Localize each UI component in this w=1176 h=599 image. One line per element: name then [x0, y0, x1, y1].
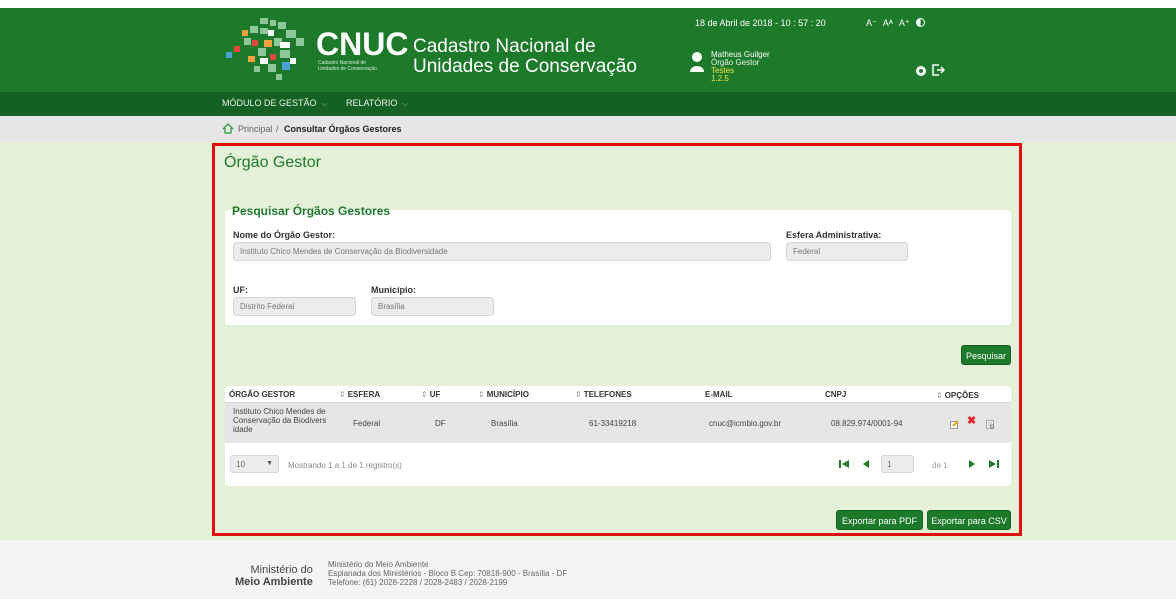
page-title: Órgão Gestor	[224, 154, 321, 171]
column-header-opcoes[interactable]: ⇕ OPÇÕES	[936, 391, 979, 400]
cell-orgao-line: idade	[233, 425, 253, 434]
breadcrumb-separator: /	[276, 124, 279, 134]
page-count: de 1	[932, 461, 948, 470]
menu-item-modulo-gestao[interactable]: MÓDULO DE GESTÃO ⌵	[222, 98, 328, 109]
logout-icon[interactable]	[931, 63, 945, 77]
ministry-logo-line: Meio Ambiente	[235, 576, 313, 588]
nome-orgao-label: Nome do Órgão Gestor:	[233, 230, 336, 240]
chevron-down-icon: ⌵	[402, 99, 409, 108]
nome-orgao-field[interactable]: Instituto Chico Mendes de Conservação da…	[233, 242, 771, 261]
breadcrumb: Principal / Consultar Órgãos Gestores	[0, 116, 1176, 142]
cell-orgao-line: Conservação da Biodivers	[233, 416, 327, 425]
main-content: Órgão Gestor Nome do Órgão Gestor: Insti…	[212, 143, 1022, 536]
menu-item-label: RELATÓRIO	[346, 98, 398, 108]
cell-orgao: Instituto Chico Mendes de Conservação da…	[233, 407, 326, 434]
esfera-label: Esfera Administrativa:	[786, 230, 882, 240]
cell-esfera: Federal	[353, 419, 381, 428]
top-strip	[0, 0, 1176, 8]
sort-icon: ⇕	[421, 390, 428, 399]
pager-info: Mostrando 1 a 1 de 1 registro(s)	[288, 461, 402, 470]
logo-wordmark: CNUC	[316, 26, 409, 62]
logo-subtitle-line: Unidades de Conservação	[318, 66, 377, 72]
page-number-input[interactable]: 1	[881, 455, 914, 473]
ministry-logo-line: Ministério do	[250, 564, 313, 576]
cell-uf: DF	[435, 419, 446, 428]
column-header-cnpj[interactable]: CNPJ	[825, 390, 846, 399]
breadcrumb-current: Consultar Órgãos Gestores	[284, 124, 402, 134]
previous-page-icon[interactable]	[861, 460, 871, 468]
chevron-down-icon: ⌵	[321, 99, 328, 108]
footer-line: Esplanada dos Ministérios - Bloco B Cep:…	[328, 569, 568, 578]
esfera-field[interactable]: Federal	[786, 242, 908, 261]
version-label: 1.2.5	[711, 74, 729, 83]
column-header-label: ESFERA	[347, 390, 381, 399]
delete-icon[interactable]: ✖	[967, 416, 976, 427]
app-title-line: Unidades de Conservação	[413, 56, 637, 77]
font-increase-button[interactable]: A⁺	[899, 18, 910, 28]
edit-icon[interactable]	[950, 420, 959, 429]
search-form-panel: Nome do Órgão Gestor: Instituto Chico Me…	[225, 210, 1011, 325]
sort-icon: ⇕	[575, 390, 582, 399]
menu-item-label: MÓDULO DE GESTÃO	[222, 98, 317, 108]
page-size-value: 10	[236, 460, 245, 469]
app-title-line: Cadastro Nacional de	[413, 36, 596, 57]
column-header-label: OPÇÕES	[944, 391, 979, 400]
footer-line: Ministério do Meio Ambiente	[328, 560, 429, 569]
breadcrumb-home-link[interactable]: Principal	[238, 124, 273, 134]
export-pdf-button[interactable]: Exportar para PDF	[836, 510, 923, 530]
export-csv-button[interactable]: Exportar para CSV	[927, 510, 1011, 530]
app-title: Cadastro Nacional de Unidades de Conserv…	[413, 37, 637, 77]
column-header-esfera[interactable]: ⇕ ESFERA	[339, 390, 380, 399]
main-menu: MÓDULO DE GESTÃO ⌵ RELATÓRIO ⌵	[0, 92, 1176, 116]
user-info: Matheus Guilger Órgão Gestor Testes 1.2.…	[711, 51, 770, 83]
footer: Ministério do Meio Ambiente Ministério d…	[0, 540, 1176, 599]
cell-cnpj: 08.829.974/0001-94	[831, 419, 903, 428]
app-header: CNUC Cadastro Nacional de Unidades de Co…	[0, 8, 1176, 92]
column-header-label: MUNICÍPIO	[486, 390, 529, 399]
logo-subtitle: Cadastro Nacional de Unidades de Conserv…	[318, 60, 408, 72]
pesquisar-button[interactable]: Pesquisar	[961, 345, 1011, 365]
first-page-icon[interactable]	[839, 460, 849, 468]
uf-label: UF:	[233, 285, 248, 295]
next-page-icon[interactable]	[967, 460, 977, 468]
caret-down-icon: ▼	[266, 460, 273, 467]
column-header-email[interactable]: E-MAIL	[705, 390, 733, 399]
font-controls: A⁻ Aᴬ A⁺	[866, 18, 929, 29]
column-header-orgao[interactable]: ÓRGÃO GESTOR	[229, 390, 295, 399]
cell-email: cnuc@icmbio.gov.br	[709, 419, 781, 428]
page-size-select[interactable]: 10 ▼	[230, 455, 279, 473]
uf-field[interactable]: Distrito Federal	[233, 297, 356, 316]
column-header-uf[interactable]: ⇕ UF	[421, 390, 440, 399]
brazil-map-logo-icon	[226, 18, 304, 80]
column-header-municipio[interactable]: ⇕ MUNICÍPIO	[478, 390, 529, 399]
view-icon[interactable]	[986, 420, 995, 429]
font-decrease-button[interactable]: A⁻	[866, 18, 877, 28]
sort-icon: ⇕	[339, 390, 346, 399]
ministry-logo: Ministério do Meio Ambiente	[235, 564, 313, 588]
table-row[interactable]: Instituto Chico Mendes de Conservação da…	[225, 403, 1011, 443]
contrast-icon[interactable]	[916, 18, 926, 27]
settings-icon[interactable]	[916, 66, 926, 76]
municipio-label: Município:	[371, 285, 416, 295]
footer-address: Ministério do Meio Ambiente Esplanada do…	[328, 560, 567, 587]
user-icon	[690, 52, 704, 72]
section-title: Pesquisar Órgãos Gestores	[232, 204, 391, 218]
column-header-telefones[interactable]: ⇕ TELEFONES	[575, 390, 632, 399]
footer-line: Telefone: (61) 2028-2228 / 2028-2483 / 2…	[328, 578, 508, 587]
cell-telefones: 61-33419218	[589, 419, 637, 428]
cell-municipio: Brasília	[491, 419, 518, 428]
last-page-icon[interactable]	[989, 460, 999, 468]
column-header-label: TELEFONES	[583, 390, 632, 399]
cell-orgao-line: Instituto Chico Mendes de	[233, 407, 326, 416]
results-table: ÓRGÃO GESTOR ⇕ ESFERA ⇕ UF ⇕ MUNICÍPIO ⇕ TEL…	[225, 386, 1011, 486]
sort-icon: ⇕	[936, 391, 943, 400]
home-icon[interactable]	[222, 123, 234, 134]
datetime: 18 de Abril de 2018 - 10 : 57 : 20	[695, 18, 826, 28]
sort-icon: ⇕	[478, 390, 485, 399]
column-header-label: UF	[429, 390, 441, 399]
municipio-field[interactable]: Brasília	[371, 297, 494, 316]
menu-item-relatorio[interactable]: RELATÓRIO ⌵	[346, 98, 408, 109]
font-normal-button[interactable]: Aᴬ	[883, 18, 893, 28]
